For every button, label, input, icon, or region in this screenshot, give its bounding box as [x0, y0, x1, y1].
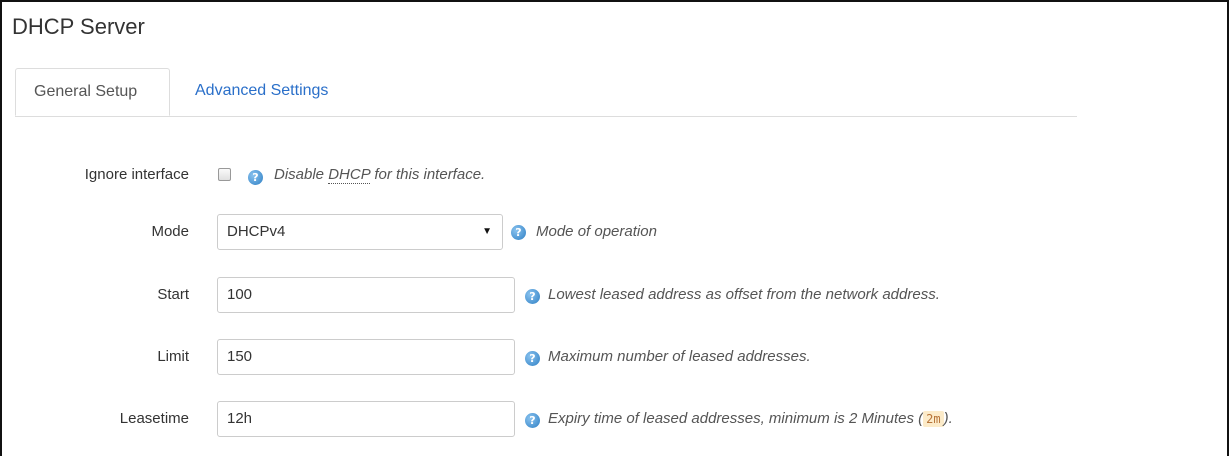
- form-row-ignore-interface: Ignore interface ? Disable DHCP for this…: [0, 157, 1229, 193]
- help-icon: ?: [248, 170, 263, 185]
- form-row-leasetime: Leasetime 12h ? Expiry time of leased ad…: [0, 401, 1229, 437]
- ignore-interface-label: Ignore interface: [84, 166, 189, 183]
- form-row-start: Start 100 ? Lowest leased address as off…: [0, 277, 1229, 313]
- dhcp-abbreviation: DHCP: [328, 166, 371, 184]
- leasetime-label: Leasetime: [119, 410, 189, 427]
- limit-input[interactable]: 150: [217, 339, 515, 375]
- chevron-down-icon: ▼: [482, 226, 492, 237]
- limit-help: Maximum number of leased addresses.: [548, 348, 811, 365]
- ignore-interface-help: Disable DHCP for this interface.: [274, 157, 485, 193]
- tab-bar: General Setup Advanced Settings: [15, 68, 1077, 117]
- page-title: DHCP Server: [12, 14, 145, 39]
- leasetime-code: 2m: [923, 411, 944, 427]
- mode-label: Mode: [151, 223, 189, 240]
- help-text: Disable: [274, 166, 329, 183]
- help-icon: ?: [525, 413, 540, 428]
- mode-select-value: DHCPv4: [227, 223, 286, 240]
- help-text: Expiry time of leased addresses, minimum…: [548, 410, 924, 427]
- start-help: Lowest leased address as offset from the…: [548, 286, 940, 303]
- tab-advanced-settings[interactable]: Advanced Settings: [177, 68, 346, 116]
- limit-label: Limit: [157, 348, 189, 365]
- form-row-limit: Limit 150 ? Maximum number of leased add…: [0, 339, 1229, 375]
- leasetime-input[interactable]: 12h: [217, 401, 515, 437]
- tab-general-setup[interactable]: General Setup: [15, 68, 170, 116]
- help-icon: ?: [525, 289, 540, 304]
- mode-select[interactable]: DHCPv4 ▼: [217, 214, 503, 250]
- form-row-mode: Mode DHCPv4 ▼ ? Mode of operation: [0, 214, 1229, 250]
- leasetime-help: Expiry time of leased addresses, minimum…: [548, 401, 953, 437]
- help-icon: ?: [525, 351, 540, 366]
- help-text: for this interface.: [370, 166, 486, 183]
- start-label: Start: [157, 286, 189, 303]
- start-input[interactable]: 100: [217, 277, 515, 313]
- help-icon: ?: [511, 225, 526, 240]
- ignore-interface-checkbox[interactable]: [218, 168, 231, 181]
- mode-help: Mode of operation: [536, 223, 657, 240]
- help-text: ).: [943, 410, 953, 427]
